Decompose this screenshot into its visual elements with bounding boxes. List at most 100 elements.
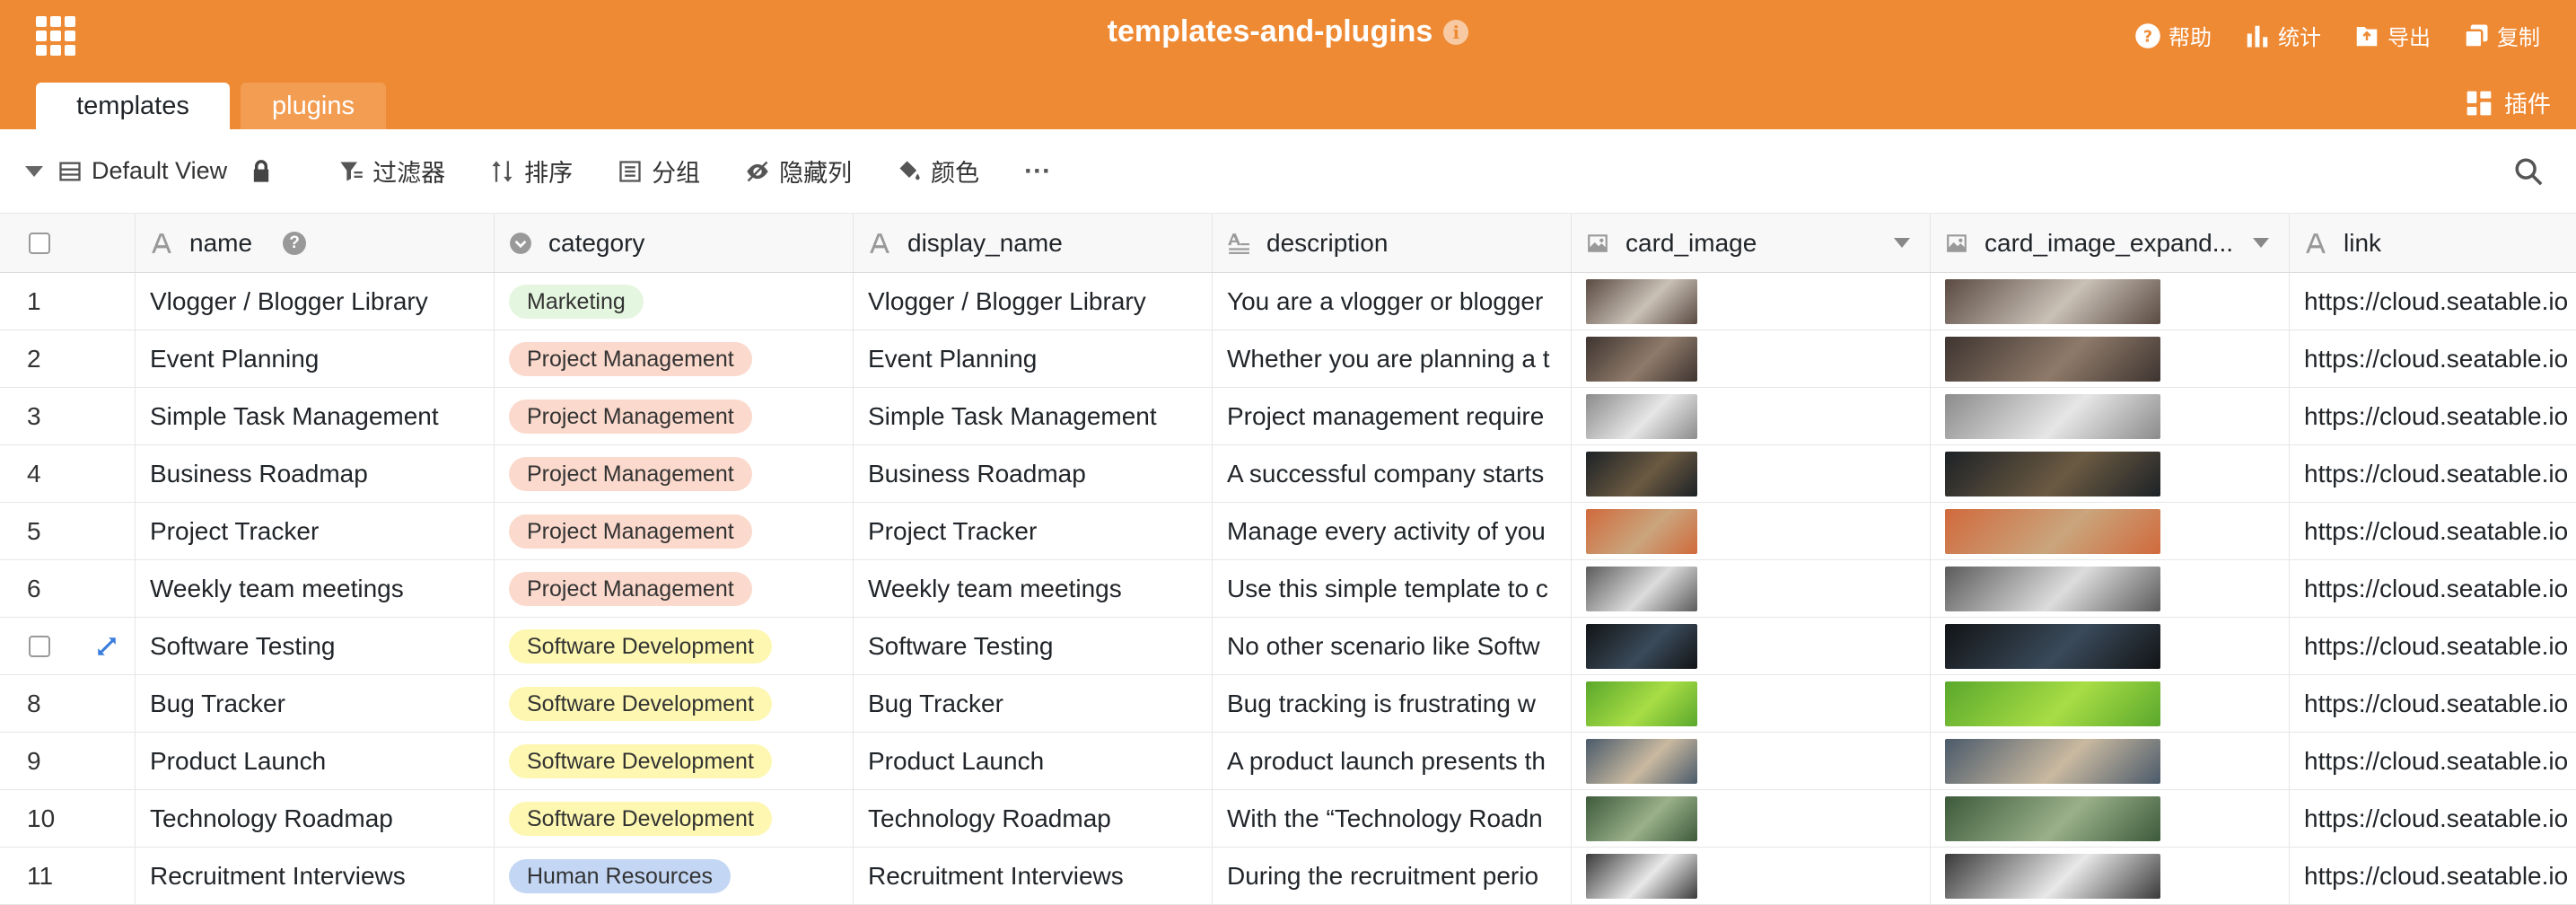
cell-link[interactable]: https://cloud.seatable.io [2290,445,2576,502]
column-header-display-name[interactable]: display_name [854,214,1213,272]
image-thumbnail[interactable] [1586,451,1697,496]
image-thumbnail[interactable] [1945,336,2160,382]
cell-description[interactable]: Manage every activity of you [1213,503,1572,559]
cell-description[interactable]: Use this simple template to c [1213,560,1572,617]
cell-display-name[interactable]: Simple Task Management [854,388,1213,444]
cell-link[interactable]: https://cloud.seatable.io [2290,675,2576,732]
image-thumbnail[interactable] [1586,278,1697,324]
cell-card-image-expanded[interactable] [1931,790,2290,847]
row-select-checkbox[interactable] [29,635,50,657]
column-dropdown-icon[interactable] [2253,238,2269,248]
cell-card-image[interactable] [1572,445,1931,502]
table-row[interactable]: 3 Simple Task Management Project Managem… [0,388,2576,445]
table-row[interactable]: 8 Bug Tracker Software Development Bug T… [0,675,2576,733]
cell-category[interactable]: Project Management [495,330,854,387]
cell-category[interactable]: Project Management [495,560,854,617]
help-button[interactable]: ? 帮助 [2134,20,2212,51]
image-thumbnail[interactable] [1945,393,2160,439]
tab-plugins[interactable]: plugins [241,83,386,129]
image-thumbnail[interactable] [1586,853,1697,899]
cell-name[interactable]: Technology Roadmap [136,790,495,847]
cell-name[interactable]: Software Testing [136,618,495,674]
row-header-cell[interactable]: 1 [0,273,136,329]
cell-link[interactable]: https://cloud.seatable.io [2290,618,2576,674]
column-header-name[interactable]: name ? [136,214,495,272]
cell-card-image-expanded[interactable] [1931,273,2290,329]
table-row[interactable]: Software Testing Software Development So… [0,618,2576,675]
cell-name[interactable]: Vlogger / Blogger Library [136,273,495,329]
table-row[interactable]: 10 Technology Roadmap Software Developme… [0,790,2576,848]
cell-category[interactable]: Software Development [495,790,854,847]
cell-display-name[interactable]: Vlogger / Blogger Library [854,273,1213,329]
cell-link[interactable]: https://cloud.seatable.io [2290,330,2576,387]
column-header-category[interactable]: category [495,214,854,272]
image-thumbnail[interactable] [1586,795,1697,841]
row-header-cell[interactable]: 6 [0,560,136,617]
cell-description[interactable]: No other scenario like Softw [1213,618,1572,674]
row-header-cell[interactable]: 8 [0,675,136,732]
cell-description[interactable]: A successful company starts [1213,445,1572,502]
cell-link[interactable]: https://cloud.seatable.io [2290,560,2576,617]
image-thumbnail[interactable] [1945,623,2160,669]
cell-card-image-expanded[interactable] [1931,503,2290,559]
image-thumbnail[interactable] [1945,738,2160,784]
sort-button[interactable]: 排序 [490,154,573,189]
filter-button[interactable]: 过滤器 [338,154,445,189]
table-row[interactable]: 9 Product Launch Software Development Pr… [0,733,2576,790]
image-thumbnail[interactable] [1586,623,1697,669]
cell-display-name[interactable]: Event Planning [854,330,1213,387]
select-all-checkbox[interactable] [29,232,50,254]
image-thumbnail[interactable] [1945,795,2160,841]
cell-display-name[interactable]: Product Launch [854,733,1213,789]
copy-button[interactable]: 复制 [2463,20,2540,51]
image-thumbnail[interactable] [1586,508,1697,554]
cell-card-image[interactable] [1572,503,1931,559]
cell-description[interactable]: A product launch presents th [1213,733,1572,789]
cell-name[interactable]: Event Planning [136,330,495,387]
cell-display-name[interactable]: Bug Tracker [854,675,1213,732]
expand-row-icon[interactable] [95,635,118,658]
image-thumbnail[interactable] [1945,508,2160,554]
cell-display-name[interactable]: Software Testing [854,618,1213,674]
table-row[interactable]: 5 Project Tracker Project Management Pro… [0,503,2576,560]
column-header-link[interactable]: link [2290,214,2576,272]
view-selector[interactable]: Default View [57,157,227,185]
cell-card-image-expanded[interactable] [1931,618,2290,674]
export-button[interactable]: 导出 [2353,20,2431,51]
cell-category[interactable]: Project Management [495,503,854,559]
cell-name[interactable]: Bug Tracker [136,675,495,732]
row-header-cell[interactable]: 9 [0,733,136,789]
table-row[interactable]: 2 Event Planning Project Management Even… [0,330,2576,388]
cell-name[interactable]: Recruitment Interviews [136,848,495,904]
row-header-cell[interactable]: 5 [0,503,136,559]
cell-category[interactable]: Marketing [495,273,854,329]
row-header-cell[interactable]: 2 [0,330,136,387]
cell-name[interactable]: Product Launch [136,733,495,789]
cell-display-name[interactable]: Weekly team meetings [854,560,1213,617]
row-header-cell[interactable]: 11 [0,848,136,904]
search-icon[interactable] [2513,156,2544,187]
column-dropdown-icon[interactable] [1894,238,1910,248]
image-thumbnail[interactable] [1586,393,1697,439]
cell-card-image-expanded[interactable] [1931,388,2290,444]
image-thumbnail[interactable] [1586,681,1697,726]
cell-description[interactable]: With the “Technology Roadn [1213,790,1572,847]
more-options-button[interactable]: ··· [1024,156,1051,187]
cell-card-image[interactable] [1572,273,1931,329]
cell-description[interactable]: Whether you are planning a t [1213,330,1572,387]
cell-category[interactable]: Project Management [495,445,854,502]
image-thumbnail[interactable] [1945,681,2160,726]
cell-display-name[interactable]: Project Tracker [854,503,1213,559]
cell-name[interactable]: Weekly team meetings [136,560,495,617]
cell-display-name[interactable]: Business Roadmap [854,445,1213,502]
cell-card-image-expanded[interactable] [1931,848,2290,904]
cell-card-image-expanded[interactable] [1931,560,2290,617]
image-thumbnail[interactable] [1945,566,2160,611]
cell-card-image-expanded[interactable] [1931,675,2290,732]
table-row[interactable]: 4 Business Roadmap Project Management Bu… [0,445,2576,503]
view-dropdown-caret-icon[interactable] [25,165,43,177]
image-thumbnail[interactable] [1945,853,2160,899]
table-row[interactable]: 11 Recruitment Interviews Human Resource… [0,848,2576,905]
cell-card-image[interactable] [1572,330,1931,387]
image-thumbnail[interactable] [1586,738,1697,784]
